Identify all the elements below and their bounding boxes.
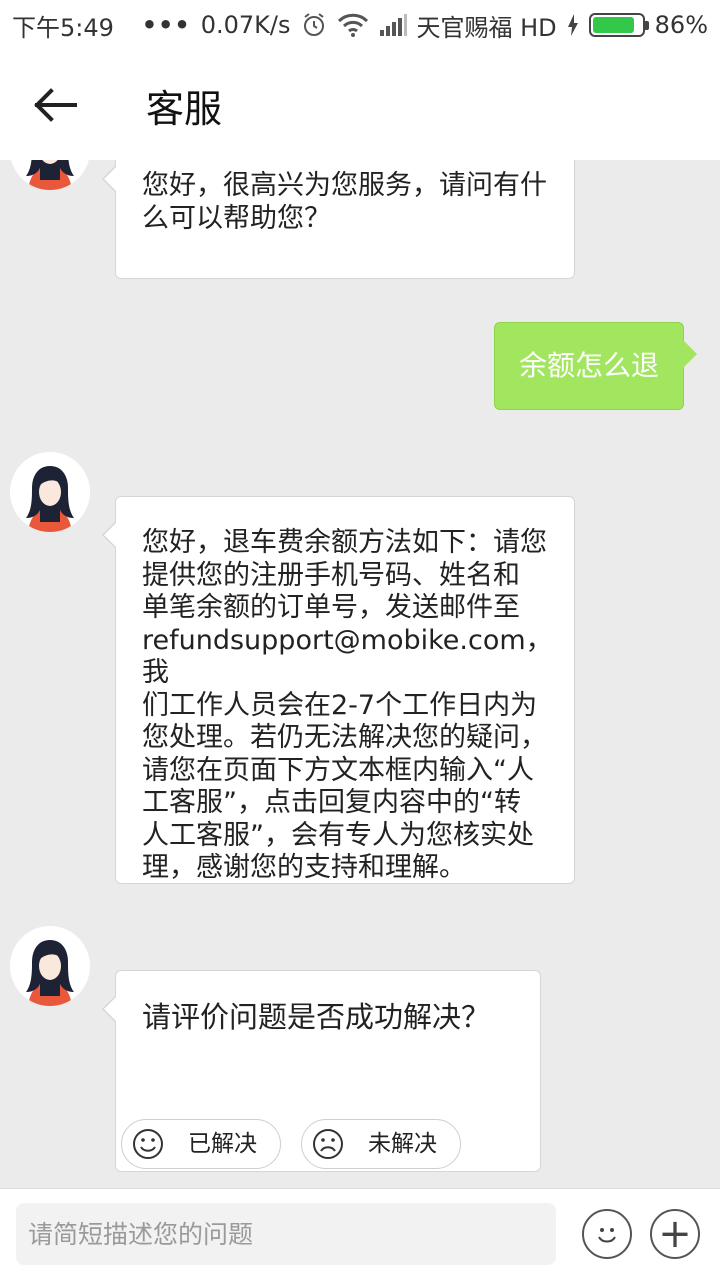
- resolved-label: 已解决: [188, 1130, 257, 1157]
- more-dots-icon: •••: [141, 11, 191, 39]
- back-button[interactable]: [0, 50, 110, 160]
- header-bar: 客服: [0, 50, 720, 160]
- agent-message-bubble: 您好，退车费余额方法如下：请您 提供您的注册手机号码、姓名和 单笔余额的订单号，…: [102, 496, 575, 884]
- signal-icon: [379, 14, 407, 36]
- message-text: 余额怎么退: [518, 348, 659, 382]
- agent-message-bubble: 您好，很高兴为您服务，请问有什 么可以帮助您？: [102, 160, 575, 279]
- user-message-bubble: 余额怎么退: [494, 322, 697, 410]
- status-bar: 下午5:49 ••• 0.07K/s 天官赐福 HD 86%: [0, 0, 720, 50]
- plus-icon: +: [658, 1211, 692, 1257]
- arrow-left-icon: [34, 88, 77, 122]
- battery-icon: [588, 13, 649, 37]
- charging-icon: [567, 14, 579, 36]
- battery-percent: 86%: [654, 11, 708, 39]
- alarm-icon: [301, 12, 327, 38]
- network-speed: 0.07K/s: [200, 11, 291, 39]
- status-time: 下午5:49: [12, 13, 114, 42]
- rating-message-bubble: 请评价问题是否成功解决？ 已解决 未解决: [102, 970, 541, 1172]
- smiley-icon: [132, 1128, 164, 1160]
- page-title: 客服: [146, 86, 223, 131]
- message-text: 您好，很高兴为您服务，请问有什 么可以帮助您？: [142, 170, 547, 234]
- chat-area[interactable]: 您好，很高兴为您服务，请问有什 么可以帮助您？ 余额怎么退 您好，退车费余额方法…: [0, 160, 720, 1190]
- resolved-button[interactable]: 已解决: [121, 1119, 281, 1169]
- unresolved-label: 未解决: [368, 1130, 437, 1157]
- unresolved-button[interactable]: 未解决: [301, 1119, 461, 1169]
- agent-avatar: [10, 926, 90, 1006]
- message-text: 您好，退车费余额方法如下：请您 提供您的注册手机号码、姓名和 单笔余额的订单号，…: [142, 527, 553, 883]
- input-bar: +: [0, 1188, 720, 1280]
- sad-face-icon: [312, 1128, 344, 1160]
- wifi-icon: [337, 13, 369, 37]
- carrier-name: 天官赐福 HD: [416, 13, 557, 42]
- plus-button[interactable]: +: [650, 1209, 700, 1259]
- smiley-icon: [598, 1228, 616, 1243]
- status-right: ••• 0.07K/s 天官赐福 HD 86%: [142, 8, 708, 43]
- agent-avatar: [10, 160, 90, 190]
- battery-fill: [592, 17, 634, 33]
- message-input[interactable]: [16, 1203, 556, 1265]
- agent-avatar: [10, 452, 90, 532]
- message-text: 请评价问题是否成功解决？: [142, 1000, 491, 1034]
- emoji-button[interactable]: [582, 1209, 632, 1259]
